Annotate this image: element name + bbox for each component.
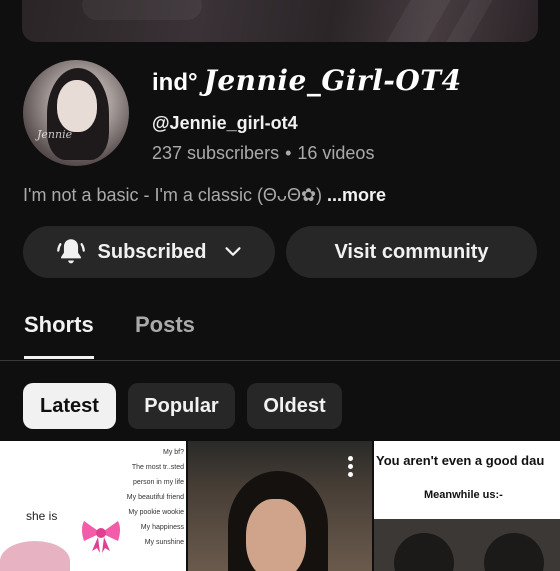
video-count: 16 videos: [297, 143, 375, 163]
thumbnail-text: The most tr..sted: [131, 464, 184, 471]
thumbnail-text: My sunshine: [144, 539, 184, 546]
channel-stats: 237 subscribers • 16 videos: [152, 143, 374, 164]
channel-name-prefix: ind°: [152, 69, 198, 96]
tab-posts[interactable]: Posts: [135, 312, 195, 338]
thumbnail-caption: she is: [26, 509, 58, 523]
subscriber-count: 237 subscribers: [152, 143, 280, 163]
thumbnail-text: person in my life: [133, 479, 184, 486]
bow-icon: [82, 521, 120, 553]
subscribed-button[interactable]: Subscribed: [23, 226, 275, 278]
description-text: I'm not a basic - I'm a classic (ΘᴗΘ✿): [23, 185, 323, 205]
filter-popular[interactable]: Popular: [128, 383, 235, 429]
channel-description[interactable]: I'm not a basic - I'm a classic (ΘᴗΘ✿) .…: [23, 185, 386, 206]
active-tab-indicator: [24, 356, 94, 359]
subscribed-label: Subscribed: [97, 240, 207, 263]
visit-community-label: Visit community: [334, 240, 489, 263]
thumbnail-text-list: My bf? The most tr..sted person in my li…: [127, 445, 184, 550]
visit-community-button[interactable]: Visit community: [286, 226, 537, 278]
channel-title: ind° Jennie_Girl-OT4: [152, 64, 462, 108]
channel-avatar[interactable]: Jennie: [23, 60, 129, 166]
filter-oldest[interactable]: Oldest: [247, 383, 342, 429]
separator-dot: •: [285, 143, 292, 163]
short-thumbnail[interactable]: [188, 441, 372, 571]
channel-tabs: Shorts Posts: [0, 300, 560, 361]
avatar-signature: Jennie: [37, 128, 73, 141]
thumbnail-text: My happiness: [140, 524, 184, 531]
thumbnail-image: [0, 541, 70, 571]
thumbnail-image: [246, 499, 306, 571]
more-link[interactable]: ...more: [327, 185, 386, 205]
bell-icon: [56, 239, 85, 264]
filter-latest[interactable]: Latest: [23, 383, 116, 429]
thumbnail-text: My pookie wookie: [128, 509, 184, 516]
thumbnail-text: My beautiful friend: [126, 494, 184, 501]
more-vert-icon[interactable]: [348, 456, 354, 480]
short-thumbnail[interactable]: My bf? The most tr..sted person in my li…: [0, 441, 186, 571]
thumbnail-text: My bf?: [162, 449, 184, 456]
thumbnail-caption: You aren't even a good dau: [376, 453, 545, 468]
short-thumbnail[interactable]: You aren't even a good dau Meanwhile us:…: [374, 441, 560, 571]
channel-banner[interactable]: [22, 0, 538, 42]
channel-name: Jennie_Girl-OT4: [203, 64, 462, 97]
channel-handle: @Jennie_girl-ot4: [152, 113, 298, 133]
tab-shorts[interactable]: Shorts: [24, 312, 94, 338]
chevron-down-icon: [225, 247, 241, 256]
thumbnail-subcaption: Meanwhile us:-: [424, 489, 503, 501]
